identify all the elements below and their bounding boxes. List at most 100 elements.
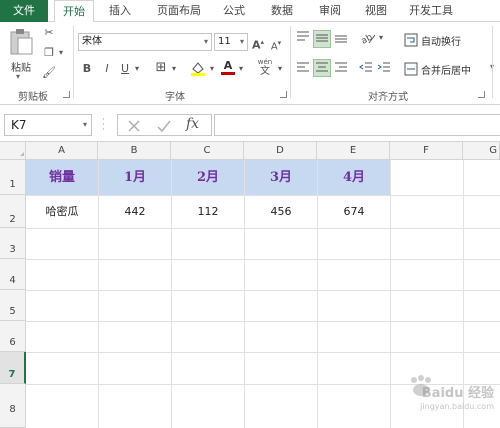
column-header-b[interactable]: B (98, 142, 171, 160)
gridline (390, 160, 391, 428)
fill-color-icon[interactable] (190, 60, 206, 80)
row-header-3[interactable]: 3 (0, 228, 26, 259)
cell-a2[interactable]: 哈密瓜 (26, 195, 98, 228)
increase-font-size-icon[interactable]: A▴ (252, 35, 264, 53)
column-header-f[interactable]: F (390, 142, 463, 160)
copy-dropdown-icon[interactable]: ▾ (57, 46, 65, 60)
cancel-icon[interactable] (126, 118, 142, 134)
cell-e1[interactable]: 4月 (318, 160, 390, 195)
align-right-icon[interactable] (333, 60, 349, 76)
merge-center-button[interactable]: 合并后居中 ▾ (404, 61, 498, 77)
column-header-g[interactable]: G (463, 142, 500, 160)
enter-icon[interactable] (156, 118, 172, 134)
font-size-select[interactable]: 11 ▾ (214, 33, 248, 51)
tab-review[interactable]: 审阅 (310, 0, 350, 22)
font-color-dropdown-icon[interactable]: ▾ (237, 62, 245, 76)
middle-align-icon[interactable] (313, 30, 331, 48)
insert-function-icon[interactable]: fx (186, 116, 199, 132)
group-label-clipboard: 剪贴板 (18, 92, 48, 103)
font-name-select[interactable]: 宋体 ▾ (78, 33, 212, 51)
clipboard-launcher-icon[interactable] (63, 91, 70, 98)
align-center-icon[interactable] (313, 59, 331, 77)
font-name-value: 宋体 (82, 36, 102, 47)
group-divider (290, 26, 291, 98)
orientation-dropdown-icon[interactable]: ▾ (377, 31, 385, 45)
chevron-down-icon: ▾ (16, 72, 21, 81)
align-left-icon[interactable] (295, 60, 311, 76)
chevron-down-icon: ▾ (203, 37, 208, 46)
cell-c2[interactable]: 112 (172, 195, 244, 228)
format-painter-icon[interactable]: 🖌 (42, 66, 56, 80)
font-color-icon[interactable]: A (221, 59, 235, 75)
cell-b1[interactable]: 1月 (99, 160, 171, 195)
group-label-font: 字体 (165, 92, 185, 103)
ribbon: 粘贴 ▾ ✂ ❐ ▾ 🖌 剪贴板 宋体 ▾ 11 ▾ A▴ A▾ B I U ▾… (0, 22, 500, 105)
cell-d1[interactable]: 3月 (245, 160, 317, 195)
formula-input[interactable] (214, 114, 500, 136)
cell-d2[interactable]: 456 (245, 195, 317, 228)
row-header-4[interactable]: 4 (0, 259, 26, 290)
bottom-align-icon[interactable] (333, 30, 349, 46)
borders-dropdown-icon[interactable]: ▾ (170, 62, 178, 76)
column-header-a[interactable]: A (26, 142, 98, 160)
wrap-text-button[interactable]: 自动换行 (404, 32, 496, 48)
tab-home[interactable]: 开始 (54, 0, 94, 23)
row-header-8[interactable]: 8 (0, 384, 26, 428)
font-launcher-icon[interactable] (280, 91, 287, 98)
underline-dropdown-icon[interactable]: ▾ (133, 62, 141, 76)
row-header-2[interactable]: 2 (0, 195, 26, 228)
name-box[interactable]: K7 ▾ (4, 114, 92, 136)
font-size-value: 11 (218, 36, 231, 47)
ribbon-tab-bar: 文件 开始 插入 页面布局 公式 数据 审阅 视图 开发工具 (0, 0, 500, 23)
decrease-indent-icon[interactable] (358, 60, 374, 76)
fill-color-dropdown-icon[interactable]: ▾ (208, 62, 216, 76)
gridline (26, 321, 500, 322)
formula-bar: K7 ▾ · · · fx (0, 106, 500, 142)
gridline (26, 228, 500, 229)
orientation-icon[interactable]: ab (360, 31, 376, 49)
cell-b2[interactable]: 442 (99, 195, 171, 228)
tab-view[interactable]: 视图 (356, 0, 396, 22)
watermark-text: Baidu 经验 (421, 386, 494, 401)
group-divider (492, 26, 493, 98)
phonetic-guide-icon[interactable]: wén 文 (256, 58, 274, 77)
alignment-launcher-icon[interactable] (478, 91, 485, 98)
column-header-d[interactable]: D (244, 142, 317, 160)
watermark: Baidu 经验 jingyan.baidu.com (402, 374, 494, 422)
paste-button[interactable]: 粘贴 ▾ (6, 28, 36, 81)
borders-icon[interactable]: ⊞ (153, 61, 169, 75)
group-divider (73, 26, 74, 98)
bold-button[interactable]: B (80, 62, 94, 76)
phonetic-dropdown-icon[interactable]: ▾ (276, 62, 284, 76)
merge-center-icon (404, 62, 418, 76)
column-header-c[interactable]: C (171, 142, 244, 160)
wrap-text-icon (404, 33, 418, 47)
merge-center-label: 合并后居中 (421, 66, 471, 77)
gridline (26, 259, 500, 260)
tab-file[interactable]: 文件 (0, 0, 48, 22)
cell-c1[interactable]: 2月 (172, 160, 244, 195)
tab-page-layout[interactable]: 页面布局 (150, 0, 208, 22)
italic-button[interactable]: I (100, 62, 114, 76)
decrease-font-size-icon[interactable]: A▾ (270, 36, 282, 54)
column-header-e[interactable]: E (317, 142, 390, 160)
name-box-value: K7 (11, 118, 27, 132)
tab-insert[interactable]: 插入 (100, 0, 140, 22)
increase-indent-icon[interactable] (376, 60, 392, 76)
select-all-corner[interactable] (0, 142, 26, 160)
tab-formulas[interactable]: 公式 (214, 0, 254, 22)
chevron-down-icon: ▾ (239, 37, 244, 46)
cell-e2[interactable]: 674 (318, 195, 390, 228)
top-align-icon[interactable] (295, 30, 311, 46)
copy-icon[interactable]: ❐ (42, 46, 56, 60)
row-header-5[interactable]: 5 (0, 290, 26, 321)
cell-a1[interactable]: 销量 (26, 160, 98, 195)
underline-button[interactable]: U (118, 62, 132, 76)
row-header-7[interactable]: 7 (0, 352, 26, 384)
tab-developer[interactable]: 开发工具 (402, 0, 460, 22)
tab-data[interactable]: 数据 (262, 0, 302, 22)
cut-icon[interactable]: ✂ (42, 26, 56, 40)
row-header-6[interactable]: 6 (0, 321, 26, 352)
gridline (26, 290, 500, 291)
row-header-1[interactable]: 1 (0, 160, 26, 195)
